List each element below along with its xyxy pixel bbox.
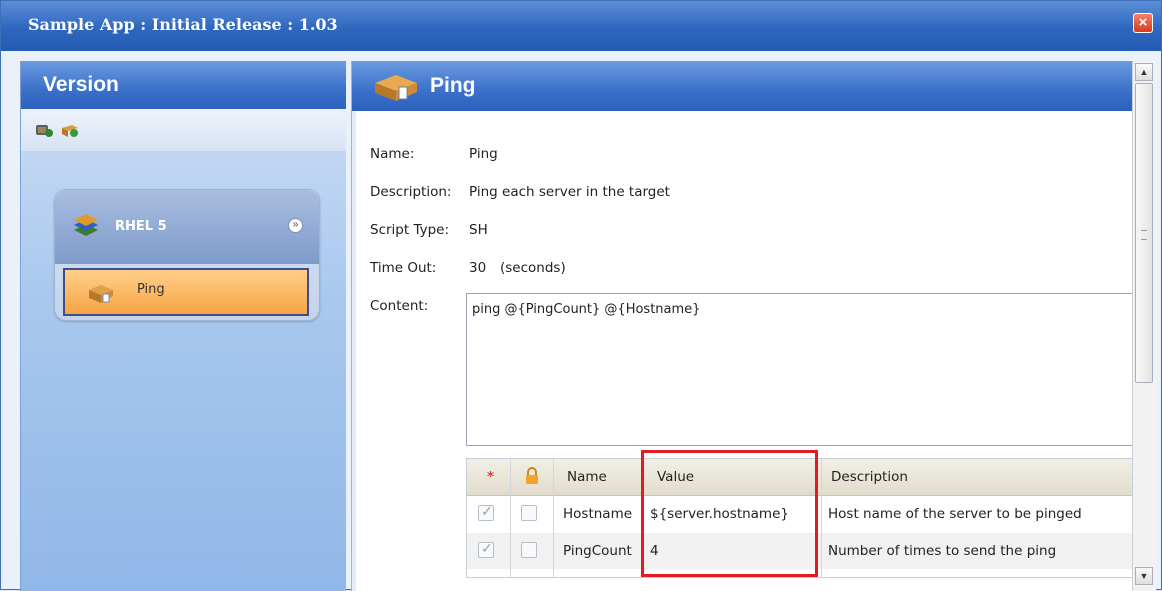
script-type-label: Script Type: — [370, 222, 450, 238]
lock-checkbox[interactable] — [521, 505, 537, 521]
time-out-value: 30 — [469, 260, 487, 276]
add-group-icon[interactable] — [61, 122, 79, 138]
time-out-unit: (seconds) — [500, 260, 566, 276]
param-description: Host name of the server to be pinged — [828, 506, 1082, 522]
script-type-value: SH — [469, 222, 488, 238]
app-window: Sample App : Initial Release : 1.03 × Ve… — [0, 0, 1162, 591]
content-textarea[interactable]: ping @{PingCount} @{Hostname} — [466, 293, 1134, 446]
time-out-label: Time Out: — [370, 260, 437, 276]
divider — [352, 111, 356, 591]
version-toolbar — [21, 109, 346, 151]
scroll-down-button[interactable]: ▼ — [1135, 567, 1153, 585]
content-label: Content: — [370, 298, 429, 314]
required-checkbox[interactable] — [478, 503, 494, 521]
scroll-up-button[interactable]: ▲ — [1135, 63, 1153, 81]
detail-pane-header: Ping — [352, 61, 1132, 111]
name-label: Name: — [370, 146, 415, 162]
version-pane: Version RHEL 5 » Ping — [20, 61, 346, 591]
required-column-header: * — [487, 469, 495, 485]
script-icon — [89, 285, 113, 303]
name-column-header[interactable]: Name — [567, 459, 607, 495]
rhel-group: RHEL 5 » Ping — [54, 189, 320, 321]
param-name: PingCount — [563, 543, 632, 559]
title-bar: Sample App : Initial Release : 1.03 × — [1, 1, 1161, 51]
collapse-icon[interactable]: » — [288, 218, 303, 233]
content-text: ping @{PingCount} @{Hostname} — [472, 302, 701, 317]
vertical-scrollbar[interactable]: ▲ ▼ — [1132, 61, 1156, 591]
lock-checkbox[interactable] — [521, 542, 537, 558]
param-description: Number of times to send the ping — [828, 543, 1057, 559]
name-value: Ping — [469, 146, 498, 162]
add-script-icon[interactable] — [35, 122, 53, 138]
page-title: Ping — [430, 74, 476, 97]
lock-icon — [526, 467, 538, 484]
column-divider — [821, 459, 822, 577]
layers-stack-icon — [74, 214, 98, 236]
script-icon — [375, 75, 417, 101]
close-button[interactable]: × — [1133, 13, 1153, 33]
sidebar-item-ping[interactable]: Ping — [63, 268, 309, 316]
version-pane-header: Version — [21, 61, 346, 109]
param-name: Hostname — [563, 506, 633, 522]
required-checkbox[interactable] — [478, 540, 494, 558]
window-title: Sample App : Initial Release : 1.03 — [28, 15, 338, 34]
version-pane-title: Version — [43, 73, 119, 96]
column-divider — [510, 459, 511, 577]
column-divider — [553, 459, 554, 577]
description-column-header[interactable]: Description — [831, 459, 908, 495]
description-label: Description: — [370, 184, 452, 200]
scroll-thumb[interactable] — [1135, 83, 1153, 383]
value-column-highlight — [641, 450, 818, 577]
sidebar-item-label: Ping — [137, 282, 165, 297]
description-value: Ping each server in the target — [469, 184, 670, 200]
group-header[interactable]: RHEL 5 » — [55, 190, 319, 264]
grip-icon — [1141, 230, 1147, 240]
group-label: RHEL 5 — [115, 219, 167, 234]
